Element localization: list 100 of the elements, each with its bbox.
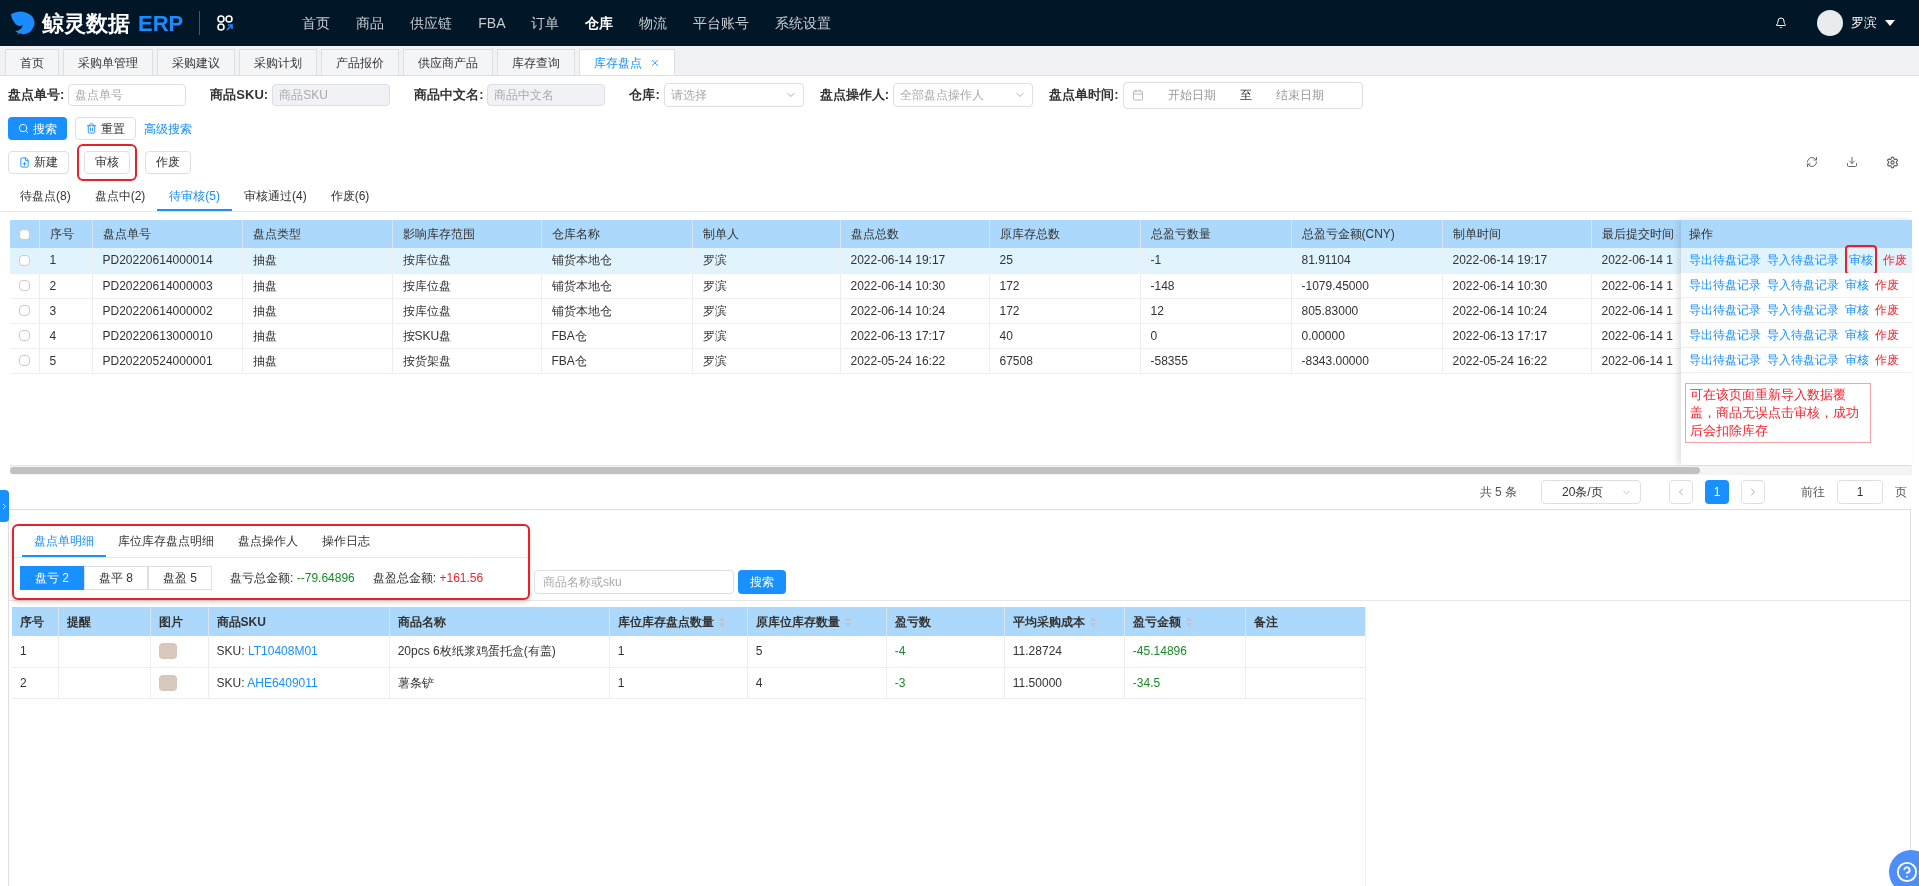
page-tab[interactable]: 采购计划 xyxy=(239,49,317,75)
table-cell: 2022-06-13 17:17 xyxy=(850,328,946,343)
detail-tab[interactable]: 盘点操作人 xyxy=(226,527,310,557)
table-cell: 0 xyxy=(1150,328,1158,343)
row-action-link[interactable]: 作废 xyxy=(1875,278,1899,293)
close-icon[interactable] xyxy=(650,57,660,68)
settings-icon[interactable] xyxy=(1886,155,1899,169)
segment-button[interactable]: 盘盈 5 xyxy=(148,566,213,590)
sort-icon[interactable] xyxy=(1184,615,1193,628)
column-header: 原库位库存数量 xyxy=(755,613,840,631)
nav-item[interactable]: 商品 xyxy=(356,12,385,34)
date-range-field[interactable]: 开始日期 至 结束日期 xyxy=(1122,81,1363,109)
checkbox[interactable] xyxy=(18,330,30,341)
checkbox[interactable] xyxy=(18,280,30,291)
table-row[interactable]: 5 PD20220524000001 抽盘 按货架盘 FBA仓 罗滨 2022-05-24 16:22 67508 -58355 -8343.00000 2022-05-24 16:22 2022-06-14 1 xyxy=(10,348,1681,373)
segment-button[interactable]: 盘平 8 xyxy=(84,566,149,590)
sort-icon[interactable] xyxy=(843,615,852,628)
nav-item[interactable]: 首页 xyxy=(302,12,331,34)
page-number-field[interactable]: 1 xyxy=(1837,480,1883,504)
table-row[interactable]: 1 PD20220614000014 抽盘 按库位盘 铺货本地仓 罗滨 2022-06-14 19:17 25 -1 81.91104 2022-06-14 19:17 2022-06-14 1 xyxy=(10,248,1681,273)
page-tab[interactable]: 采购建议 xyxy=(157,49,235,75)
checkbox[interactable] xyxy=(18,254,30,266)
table-cell: 抽盘 xyxy=(252,328,277,343)
table-cell: 2022-06-14 19:17 xyxy=(850,253,946,268)
text-field[interactable]: 盘点单号 xyxy=(68,84,187,106)
action-button[interactable]: 作废 xyxy=(145,150,191,174)
nav-item[interactable]: 系统设置 xyxy=(775,12,832,34)
detail-tab[interactable]: 库位库存盘点明细 xyxy=(106,527,226,557)
sort-icon[interactable] xyxy=(1088,615,1097,628)
avatar[interactable] xyxy=(1817,10,1843,36)
nav-item[interactable]: 仓库 xyxy=(585,12,614,34)
bell-icon[interactable] xyxy=(1775,17,1787,29)
table-cell: 25 xyxy=(999,253,1013,268)
table-cell: 按库位盘 xyxy=(402,303,451,318)
nav-item[interactable]: 供应链 xyxy=(410,12,453,34)
product-search-field[interactable]: 商品名称或sku xyxy=(534,570,734,594)
status-tab[interactable]: 待盘点(8) xyxy=(8,183,83,211)
column-header: 平均采购成本 xyxy=(1012,613,1085,631)
chevron-right-icon xyxy=(0,501,9,511)
apps-icon[interactable] xyxy=(216,14,235,32)
row-action-link[interactable]: 作废 xyxy=(1875,328,1899,343)
horizontal-scrollbar[interactable] xyxy=(10,467,1700,474)
table-cell: 2022-06-14 1 xyxy=(1601,303,1673,318)
page-tab[interactable]: 采购单管理 xyxy=(63,49,153,75)
table-cell: 2022-06-14 1 xyxy=(1601,353,1673,368)
page-tab[interactable]: 库存查询 xyxy=(497,49,575,75)
page-unit: 页 xyxy=(1895,484,1907,501)
sidebar-toggle[interactable] xyxy=(0,490,9,522)
status-tab[interactable]: 盘点中(2) xyxy=(82,183,158,211)
checkbox[interactable] xyxy=(18,305,30,316)
column-header: 操作 xyxy=(1689,226,1713,243)
row-action-link[interactable]: 作废 xyxy=(1875,303,1899,318)
checkbox[interactable] xyxy=(18,355,30,366)
detail-tab[interactable]: 操作日志 xyxy=(310,527,382,557)
previous-page-button[interactable] xyxy=(1669,480,1693,504)
table-cell: PD20220614000014 xyxy=(102,253,213,268)
table-row[interactable]: 2 PD20220614000003 抽盘 按库位盘 铺货本地仓 罗滨 2022-06-14 10:30 172 -148 -1079.45000 2022-06-14 10:30 2022-06-14 1 xyxy=(10,273,1681,298)
table-cell: 1 xyxy=(20,644,27,659)
download-icon[interactable] xyxy=(1846,156,1858,168)
table-cell: 铺货本地仓 xyxy=(551,253,612,268)
table-cell: 3 xyxy=(49,303,57,318)
column-header: 商品SKU xyxy=(216,613,266,631)
page-tab[interactable]: 首页 xyxy=(5,49,59,75)
page-tab[interactable]: 供应商产品 xyxy=(403,49,493,75)
new-button[interactable]: 新建 xyxy=(8,150,69,174)
status-tab[interactable]: 审核通过(4) xyxy=(232,183,319,211)
nav-item[interactable]: 订单 xyxy=(531,12,560,34)
product-photo-placeholder xyxy=(158,643,177,660)
checkbox[interactable] xyxy=(18,228,30,240)
table-cell: 薯条铲 xyxy=(397,675,434,690)
nav-item[interactable]: FBA xyxy=(478,12,506,34)
nav-item[interactable]: 平台账号 xyxy=(693,12,750,34)
table-cell: 2022-06-13 17:17 xyxy=(1452,328,1548,343)
table-cell: 40 xyxy=(999,328,1013,343)
user-name[interactable]: 罗滨 xyxy=(1851,13,1877,33)
table-cell: 2022-06-14 1 xyxy=(1601,328,1673,343)
sort-icon[interactable] xyxy=(717,615,726,628)
caret-down-icon[interactable] xyxy=(1885,20,1895,26)
table-cell: 按库位盘 xyxy=(402,278,451,293)
table-cell: -8343.00000 xyxy=(1301,353,1369,368)
table-cell: 2022-06-14 1 xyxy=(1601,278,1673,293)
nav-item[interactable]: 物流 xyxy=(639,12,668,34)
table-row[interactable]: 4 PD20220613000010 抽盘 按SKU盘 FBA仓 罗滨 2022-06-13 17:17 40 0 0.00000 2022-06-13 17:17 2022-06-14 1 xyxy=(10,323,1681,348)
logo-text: 鲸灵数据 xyxy=(42,9,130,38)
table-cell: 抽盘 xyxy=(252,353,277,368)
trash-icon xyxy=(86,123,97,134)
action-button[interactable]: 审核 xyxy=(84,150,130,174)
row-action-link[interactable]: 作废 xyxy=(1875,353,1899,368)
column-header: 盘点总数 xyxy=(850,227,899,241)
table-row[interactable]: 3 PD20220614000002 抽盘 按库位盘 铺货本地仓 罗滨 2022-06-14 10:24 172 12 805.83000 2022-06-14 10:24 2022-06-14 1 xyxy=(10,298,1681,323)
table-cell: 1 xyxy=(49,253,57,268)
column-header: 制单人 xyxy=(702,227,739,241)
page-tab[interactable]: 产品报价 xyxy=(321,49,399,75)
row-action-link[interactable]: 作废 xyxy=(1883,253,1907,268)
status-tab[interactable]: 作废(6) xyxy=(318,183,382,211)
refresh-icon[interactable] xyxy=(1806,156,1818,168)
next-page-button[interactable] xyxy=(1741,480,1765,504)
reset-button[interactable]: 重置 xyxy=(75,117,136,140)
table-cell: 4 xyxy=(755,675,763,690)
page-size-select[interactable]: 20条/页 xyxy=(1541,480,1641,504)
